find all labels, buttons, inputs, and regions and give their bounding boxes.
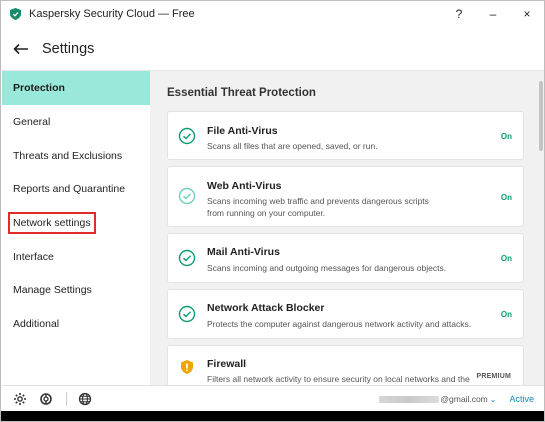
sidebar-item-label: Protection — [13, 82, 65, 94]
lifebuoy-icon[interactable] — [38, 391, 54, 407]
arrow-left-icon[interactable] — [10, 38, 32, 60]
sidebar-item-label: Network settings — [8, 212, 96, 234]
taskbar-strip — [1, 411, 544, 421]
minimize-button[interactable]: – — [476, 1, 510, 27]
sidebar-item-manage-settings[interactable]: Manage Settings — [2, 273, 150, 307]
card-description: Protects the computer against dangerous … — [207, 319, 472, 329]
sidebar-item-label: Interface — [13, 251, 54, 263]
title-bar: Kaspersky Security Cloud — Free ? – × — [1, 1, 544, 27]
card-title: Network Attack Blocker — [207, 302, 325, 314]
sidebar-item-reports-and-quarantine[interactable]: Reports and Quarantine — [2, 172, 150, 206]
scrollbar-thumb[interactable] — [539, 81, 543, 151]
sidebar-item-label: Reports and Quarantine — [13, 183, 126, 195]
card-mail-anti-virus[interactable]: Mail Anti-Virus Scans incoming and outgo… — [167, 233, 524, 283]
window-title: Kaspersky Security Cloud — Free — [29, 8, 195, 20]
section-title: Essential Threat Protection — [167, 87, 316, 99]
card-network-attack-blocker[interactable]: Network Attack Blocker Protects the comp… — [167, 289, 524, 339]
account-info[interactable]: @gmail.com ⌄ Active — [379, 386, 534, 412]
card-description: Scans incoming web traffic and prevents … — [207, 196, 429, 218]
chevron-down-icon[interactable]: ⌄ — [490, 395, 497, 404]
premium-badge: PREMIUM — [476, 373, 511, 380]
card-web-anti-virus[interactable]: Web Anti-Virus Scans incoming web traffi… — [167, 166, 524, 227]
card-title: Mail Anti-Virus — [207, 246, 280, 258]
card-file-anti-virus[interactable]: File Anti-Virus Scans all files that are… — [167, 111, 524, 160]
sidebar-item-network-settings[interactable]: Network settings — [2, 206, 150, 240]
sidebar-item-threats-and-exclusions[interactable]: Threats and Exclusions — [2, 139, 150, 173]
scrollbar[interactable] — [537, 71, 544, 385]
license-status-link[interactable]: Active — [509, 394, 534, 404]
gear-icon[interactable] — [12, 391, 28, 407]
close-button[interactable]: × — [510, 1, 544, 27]
footer-divider — [66, 391, 67, 406]
app-window: Kaspersky Security Cloud — Free ? – × Se… — [0, 0, 545, 422]
email-redacted — [379, 395, 440, 403]
sidebar-item-general[interactable]: General — [2, 105, 150, 139]
check-circle-icon — [178, 305, 196, 323]
page-title: Settings — [42, 41, 95, 57]
check-circle-icon — [178, 187, 196, 205]
page-header: Settings — [1, 31, 544, 67]
check-circle-icon — [178, 127, 196, 145]
content-panel: Essential Threat Protection File Anti-Vi… — [150, 70, 544, 385]
sidebar-item-label: General — [13, 116, 51, 128]
card-description: Scans all files that are opened, saved, … — [207, 141, 378, 151]
sidebar-item-interface[interactable]: Interface — [2, 240, 150, 274]
sidebar-item-label: Manage Settings — [13, 284, 92, 296]
status-badge: On — [500, 254, 512, 263]
sidebar-item-protection[interactable]: Protection — [2, 71, 150, 105]
sidebar-item-label: Additional — [13, 318, 60, 330]
card-description: Filters all network activity to ensure s… — [207, 374, 470, 384]
card-title: Firewall — [207, 358, 247, 370]
sidebar-item-additional[interactable]: Additional — [2, 307, 150, 341]
sidebar: Protection General Threats and Exclusion… — [2, 70, 150, 385]
globe-icon[interactable] — [77, 391, 93, 407]
status-badge: On — [500, 132, 512, 141]
status-badge: On — [500, 310, 512, 319]
kaspersky-shield-icon — [10, 8, 22, 20]
account-email[interactable]: @gmail.com — [440, 394, 487, 404]
card-title: File Anti-Virus — [207, 125, 278, 137]
card-description: Scans incoming and outgoing messages for… — [207, 263, 447, 273]
card-firewall[interactable]: Firewall Filters all network activity to… — [167, 345, 524, 385]
sidebar-item-label: Threats and Exclusions — [13, 150, 123, 162]
status-badge: On — [500, 193, 512, 202]
shield-warning-icon — [178, 358, 196, 376]
check-circle-icon — [178, 249, 196, 267]
footer-bar: @gmail.com ⌄ Active — [2, 385, 544, 411]
card-title: Web Anti-Virus — [207, 180, 282, 192]
help-button[interactable]: ? — [442, 1, 476, 27]
